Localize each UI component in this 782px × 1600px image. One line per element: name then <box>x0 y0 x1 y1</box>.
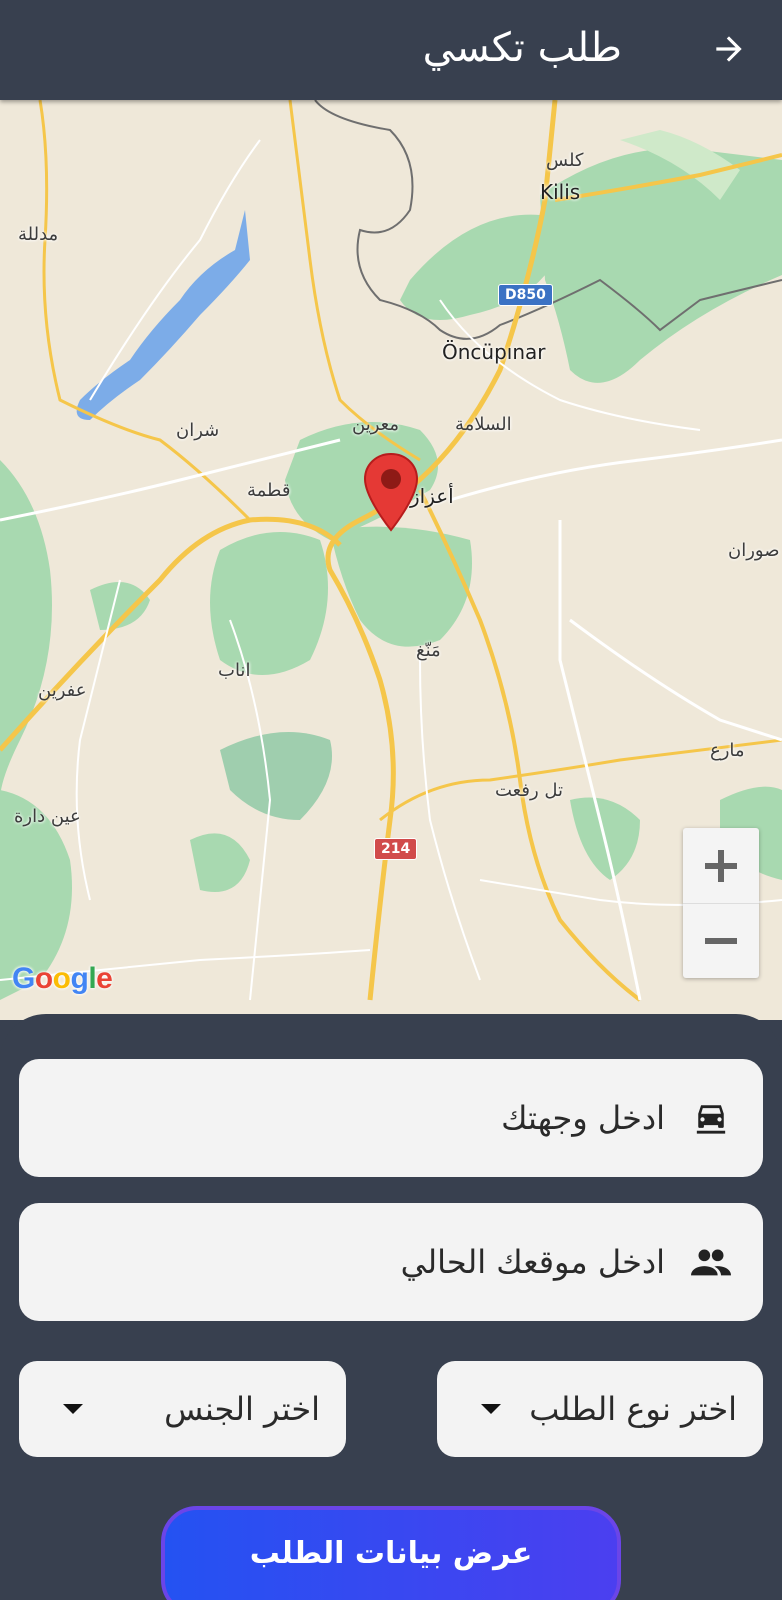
map-label-anab: اناب <box>218 660 251 681</box>
location-placeholder: ادخل موقعك الحالي <box>400 1243 665 1281</box>
map-pin-icon[interactable] <box>363 452 419 532</box>
zoom-out-button[interactable] <box>683 903 759 978</box>
people-icon <box>691 1242 731 1282</box>
app-bar: طلب تكسي <box>0 0 782 100</box>
destination-placeholder: ادخل وجهتك <box>501 1099 665 1137</box>
map-label-shran: شران <box>176 420 220 441</box>
zoom-controls <box>683 828 759 978</box>
plus-icon <box>705 849 737 882</box>
chevron-down-icon <box>481 1404 501 1414</box>
gender-dropdown[interactable]: اختر الجنس <box>19 1361 346 1457</box>
back-button[interactable] <box>706 26 752 72</box>
show-request-details-button[interactable]: عرض بيانات الطلب <box>161 1506 621 1600</box>
map-label-mare: مارع <box>710 740 745 761</box>
request-type-dropdown[interactable]: اختر نوع الطلب <box>437 1361 763 1457</box>
google-logo: Google <box>12 962 113 995</box>
map-label-madlaleh: مدللة <box>18 224 59 245</box>
car-icon <box>691 1098 731 1138</box>
page-title: طلب تكسي <box>422 25 622 71</box>
gender-value: اختر الجنس <box>164 1390 320 1428</box>
arrow-forward-icon <box>716 36 742 62</box>
map-label-maarin: معرين <box>352 414 399 435</box>
map-label-oncupinar: Öncüpınar <box>442 340 546 364</box>
map-label-kilis: Kilis <box>540 180 581 204</box>
current-location-field[interactable]: ادخل موقعك الحالي <box>19 1203 763 1321</box>
destination-field[interactable]: ادخل وجهتك <box>19 1059 763 1177</box>
chevron-down-icon <box>63 1404 83 1414</box>
map-label-qatma: قطمة <box>247 480 291 501</box>
road-shield-d850: D850 <box>498 284 553 306</box>
zoom-in-button[interactable] <box>683 828 759 903</box>
road-shield-214: 214 <box>374 838 418 860</box>
map-label-kilis-ar: كلس <box>546 150 584 171</box>
map-view[interactable]: كلس Kilis مدللة D850 Öncüpınar شران معري… <box>0 100 782 1020</box>
map-label-managh: مَنّغ <box>416 640 441 661</box>
map-label-salameh: السلامة <box>455 414 512 435</box>
map-label-sawran: صوران <box>728 540 780 561</box>
map-label-ain-dara: عين دارة <box>14 806 81 827</box>
minus-icon <box>705 938 737 944</box>
map-tiles <box>0 100 782 1002</box>
map-label-tal-rifaat: تل رفعت <box>495 780 564 801</box>
request-type-value: اختر نوع الطلب <box>529 1390 737 1428</box>
map-label-afrin: عفرين <box>38 680 87 701</box>
